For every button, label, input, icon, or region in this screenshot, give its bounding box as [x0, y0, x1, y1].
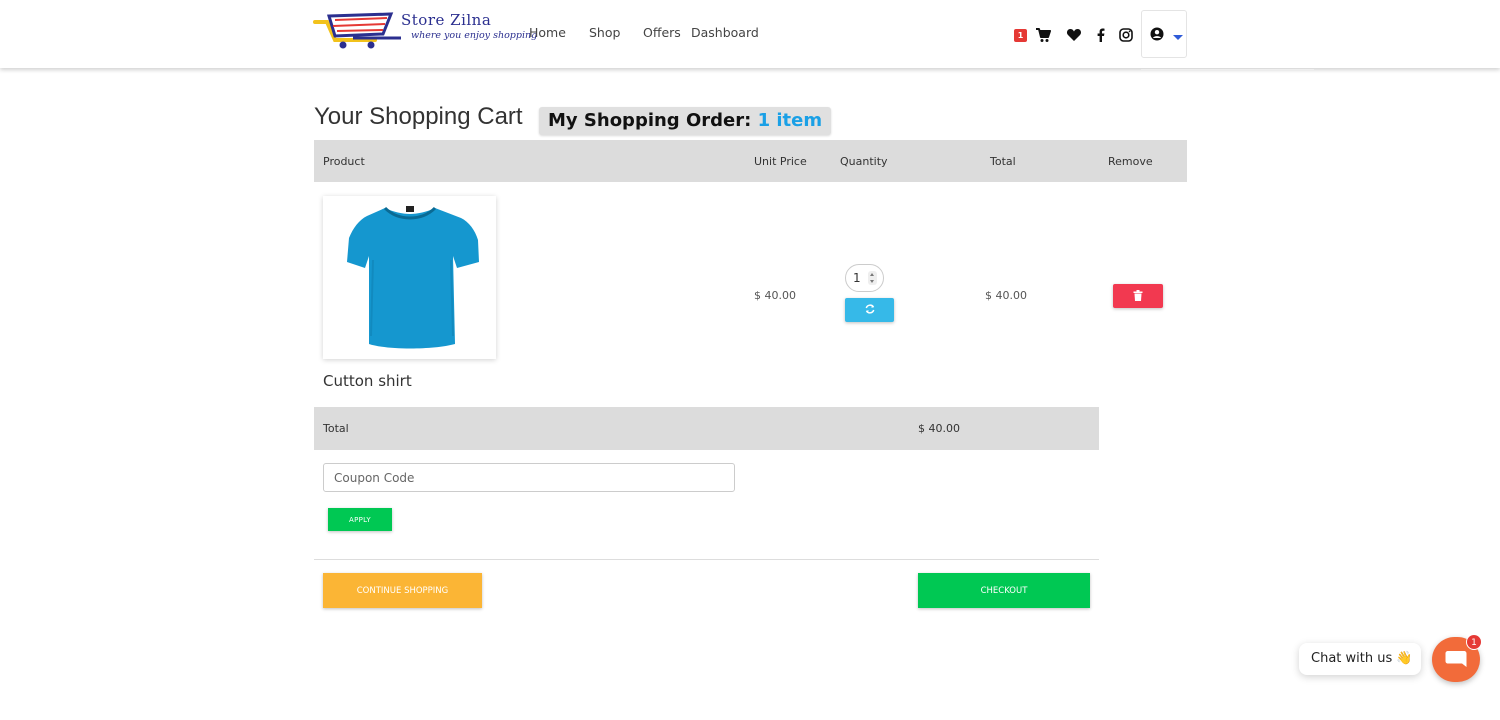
instagram-icon[interactable] [1118, 27, 1134, 43]
column-total: Total [990, 155, 1016, 168]
nav-dashboard[interactable]: Dashboard [691, 25, 759, 40]
site-header: Store Zilna where you enjoy shopping Hom… [0, 0, 1500, 68]
total-value: $ 40.00 [918, 422, 960, 435]
spinner-arrows-icon[interactable] [868, 271, 877, 285]
chat-prompt[interactable]: Chat with us 👋 [1299, 643, 1421, 675]
total-label: Total [323, 422, 349, 435]
nav-shop[interactable]: Shop [589, 25, 620, 40]
cart-count-badge: 1 [1014, 29, 1027, 42]
column-unit-price: Unit Price [754, 155, 807, 168]
caret-down-icon [1173, 35, 1183, 40]
divider [314, 559, 1099, 560]
cart-table-header: Product Unit Price Quantity Total Remove [314, 140, 1187, 182]
tshirt-image [347, 206, 479, 349]
coupon-code-input[interactable] [323, 463, 735, 492]
apply-coupon-button[interactable]: APPLY [328, 508, 392, 531]
order-count: 1 item [757, 110, 823, 131]
trash-icon [1133, 289, 1143, 301]
heart-icon[interactable] [1066, 27, 1082, 43]
column-quantity: Quantity [840, 155, 888, 168]
page-title: Your Shopping Cart [314, 103, 523, 130]
quantity-stepper[interactable]: 1 [845, 264, 884, 292]
column-remove: Remove [1108, 155, 1153, 168]
remove-item-button[interactable] [1113, 284, 1163, 308]
cart-total-bar: Total $ 40.00 [314, 407, 1099, 450]
line-total: $ 40.00 [985, 289, 1027, 302]
cart-icon[interactable] [1035, 27, 1051, 43]
order-summary-pill: My Shopping Order: 1 item [539, 107, 832, 135]
order-label: My Shopping Order: [548, 110, 752, 131]
column-product: Product [323, 155, 365, 168]
nav-home[interactable]: Home [529, 25, 566, 40]
site-logo[interactable]: Store Zilna where you enjoy shopping [313, 8, 537, 50]
quantity-value: 1 [853, 271, 861, 285]
unit-price: $ 40.00 [754, 289, 796, 302]
update-quantity-button[interactable] [845, 298, 894, 322]
checkout-button[interactable]: CHECKOUT [918, 573, 1090, 608]
nav-offers[interactable]: Offers [643, 25, 681, 40]
chat-unread-badge: 1 [1466, 634, 1482, 650]
product-image[interactable] [323, 196, 496, 359]
logo-tagline: where you enjoy shopping [411, 30, 538, 41]
continue-shopping-button[interactable]: CONTINUE SHOPPING [323, 573, 482, 608]
refresh-icon [865, 303, 874, 314]
product-name[interactable]: Cutton shirt [323, 372, 412, 390]
cart-logo-icon [313, 12, 401, 49]
user-circle-icon [1150, 27, 1164, 41]
facebook-icon[interactable] [1093, 27, 1109, 43]
user-menu-toggle[interactable] [1141, 10, 1187, 58]
user-dropdown-edge [1141, 69, 1314, 70]
logo-brand: Store Zilna [401, 11, 492, 29]
